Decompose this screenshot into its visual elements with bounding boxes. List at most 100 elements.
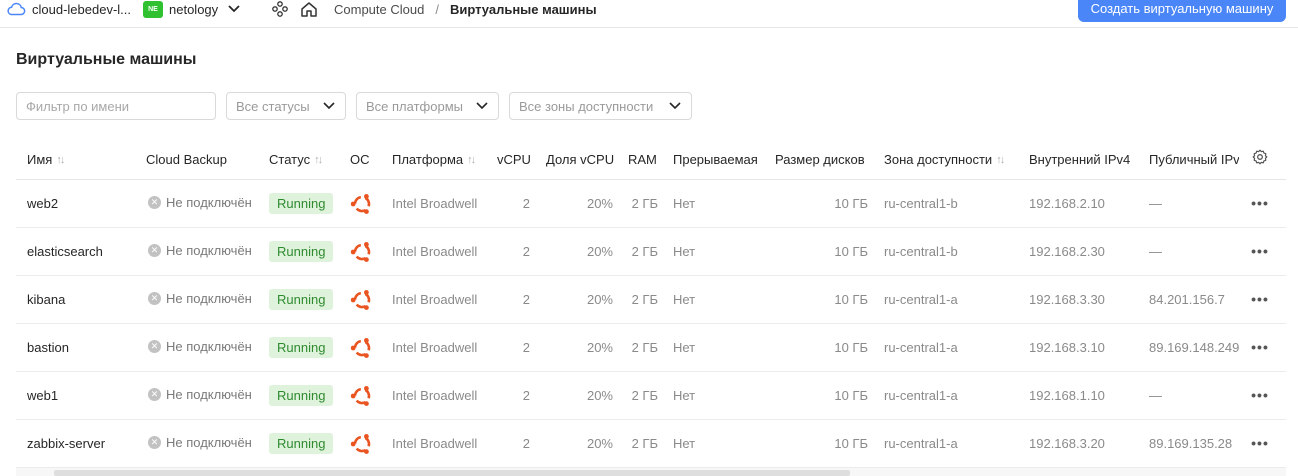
vm-name[interactable]: bastion [27, 340, 69, 355]
backup-status: ✕ Не подключён [148, 435, 252, 450]
disk-size-value: 10 ГБ [834, 388, 868, 403]
zone-value: ru-central1-a [884, 340, 958, 355]
disk-size-value: 10 ГБ [834, 340, 868, 355]
sort-icon: ↑↓ [467, 153, 476, 166]
breadcrumb-current: Виртуальные машины [449, 1, 597, 17]
internal-ip-value: 192.168.1.10 [1029, 388, 1105, 403]
status-badge: Running [269, 433, 334, 454]
table-row[interactable]: web1 ✕ Не подключён Running Intel Broadw… [16, 372, 1286, 420]
table-row[interactable]: web2 ✕ Не подключён Running Intel Broadw… [16, 180, 1286, 228]
breadcrumb-separator: / [435, 1, 439, 17]
platform-value: Intel Broadwell [392, 388, 478, 403]
horizontal-scrollbar[interactable] [16, 468, 1286, 476]
more-actions-icon[interactable]: ••• [1249, 433, 1271, 453]
cloud-name: cloud-lebedev-l... [32, 1, 131, 17]
more-actions-icon[interactable]: ••• [1249, 241, 1271, 261]
vm-name[interactable]: web1 [27, 388, 58, 403]
table-row[interactable]: bastion ✕ Не подключён Running Intel Bro… [16, 324, 1286, 372]
home-icon[interactable] [300, 1, 318, 18]
table-row[interactable]: zabbix-server ✕ Не подключён Running Int… [16, 420, 1286, 468]
column-internal-ip: Внутренний IPv4 [1029, 152, 1131, 167]
gear-icon[interactable] [1252, 149, 1268, 165]
public-ip-value: 84.201.156.7 [1149, 292, 1225, 307]
top-bar: cloud-lebedev-l... NE netology Compute C… [0, 0, 1298, 28]
zone-filter-select[interactable]: Все зоны доступности [509, 92, 692, 120]
vcpu-value: 2 [522, 244, 530, 259]
internal-ip-value: 192.168.2.10 [1029, 196, 1105, 211]
vcpu-share-value: 20% [586, 340, 613, 355]
zone-value: ru-central1-b [884, 196, 958, 211]
chevron-down-icon [476, 102, 488, 110]
column-vcpu-share: Доля vCPU [546, 152, 615, 167]
column-platform[interactable]: Платформа ↑↓ [392, 152, 476, 167]
vm-name[interactable]: kibana [27, 292, 65, 307]
vm-name[interactable]: web2 [27, 196, 58, 211]
backup-status: ✕ Не подключён [148, 243, 252, 258]
table-row[interactable]: elasticsearch ✕ Не подключён Running Int… [16, 228, 1286, 276]
services-icon[interactable] [272, 1, 288, 17]
status-filter-select[interactable]: Все статусы [226, 92, 346, 120]
internal-ip-value: 192.168.3.20 [1029, 436, 1105, 451]
column-name[interactable]: Имя ↑↓ [27, 152, 65, 167]
sort-icon: ↑↓ [314, 153, 323, 166]
column-public-ip: Публичный IPv [1149, 152, 1239, 167]
close-circle-icon: ✕ [148, 436, 161, 449]
chevron-down-icon [228, 5, 240, 13]
column-status[interactable]: Статус ↑↓ [269, 152, 323, 167]
vcpu-value: 2 [522, 292, 530, 307]
platform-value: Intel Broadwell [392, 436, 478, 451]
ram-value: 2 ГБ [631, 340, 658, 355]
platform-value: Intel Broadwell [392, 340, 478, 355]
zone-value: ru-central1-a [884, 292, 958, 307]
name-filter[interactable] [16, 92, 216, 120]
public-ip-value: — [1149, 196, 1162, 211]
more-actions-icon[interactable]: ••• [1249, 385, 1271, 405]
column-ram: RAM [628, 152, 657, 167]
ram-value: 2 ГБ [631, 292, 658, 307]
ubuntu-icon [350, 434, 371, 454]
more-actions-icon[interactable]: ••• [1249, 289, 1271, 309]
zone-value: ru-central1-a [884, 388, 958, 403]
vcpu-value: 2 [522, 196, 530, 211]
vm-name[interactable]: zabbix-server [27, 436, 105, 451]
close-circle-icon: ✕ [148, 388, 161, 401]
vm-name[interactable]: elasticsearch [27, 244, 103, 259]
ubuntu-icon [350, 290, 371, 310]
backup-label: Не подключён [166, 387, 252, 402]
cloud-selector[interactable]: cloud-lebedev-l... [6, 0, 131, 18]
breadcrumb-compute-cloud[interactable]: Compute Cloud [334, 2, 424, 17]
create-vm-button[interactable]: Создать виртуальную машину [1078, 0, 1286, 22]
backup-label: Не подключён [166, 339, 252, 354]
platform-filter-select[interactable]: Все платформы [356, 92, 499, 120]
sort-icon: ↑↓ [56, 153, 65, 166]
backup-label: Не подключён [166, 435, 252, 450]
name-filter-input[interactable] [26, 98, 206, 114]
vcpu-share-value: 20% [586, 196, 613, 211]
more-actions-icon[interactable]: ••• [1249, 337, 1271, 357]
public-ip-value: — [1149, 388, 1162, 403]
scrollbar-thumb[interactable] [54, 470, 850, 476]
ram-value: 2 ГБ [631, 244, 658, 259]
more-actions-icon[interactable]: ••• [1249, 193, 1271, 213]
internal-ip-value: 192.168.3.10 [1029, 340, 1105, 355]
column-zone[interactable]: Зона доступности ↑↓ [884, 152, 1005, 167]
platform-value: Intel Broadwell [392, 196, 478, 211]
public-ip-value: 89.169.148.249 [1149, 340, 1239, 355]
backup-status: ✕ Не подключён [148, 387, 252, 402]
ram-value: 2 ГБ [631, 436, 658, 451]
ubuntu-icon [350, 242, 371, 262]
sort-icon: ↑↓ [996, 153, 1005, 166]
platform-filter-value: Все платформы [366, 98, 463, 114]
ram-value: 2 ГБ [631, 388, 658, 403]
close-circle-icon: ✕ [148, 340, 161, 353]
ubuntu-icon [350, 194, 371, 214]
folder-name: netology [169, 1, 219, 17]
backup-status: ✕ Не подключён [148, 291, 252, 306]
public-ip-value: — [1149, 244, 1162, 259]
vcpu-value: 2 [522, 340, 530, 355]
folder-badge: NE [143, 0, 163, 18]
close-circle-icon: ✕ [148, 244, 161, 257]
folder-selector[interactable]: NE netology [143, 0, 244, 18]
platform-value: Intel Broadwell [392, 292, 478, 307]
table-row[interactable]: kibana ✕ Не подключён Running Intel Broa… [16, 276, 1286, 324]
